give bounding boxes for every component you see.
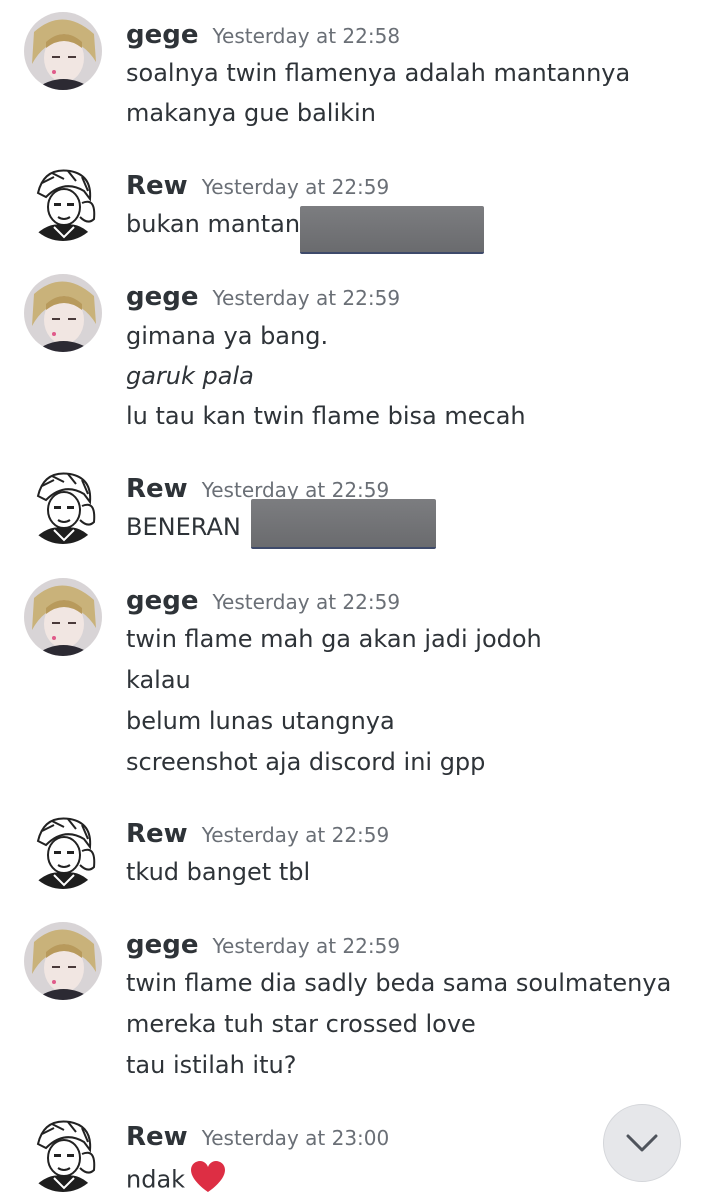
avatar-gege[interactable]	[24, 274, 102, 352]
message-text: bukan mantan	[126, 210, 301, 238]
message-text: belum lunas utangnya	[126, 707, 395, 735]
timestamp: Yesterday at 23:00	[201, 1126, 390, 1150]
message-text-italic: garuk pala	[126, 362, 254, 390]
author-name[interactable]: gege	[126, 20, 199, 50]
author-name[interactable]: Rew	[126, 819, 188, 849]
timestamp: Yesterday at 22:59	[212, 286, 401, 310]
avatar-rew[interactable]	[24, 466, 102, 544]
avatar-gege-image	[24, 578, 102, 656]
avatar-gege-image	[24, 274, 102, 352]
message-text: ndak	[126, 1165, 186, 1194]
avatar-rew-image	[24, 163, 102, 241]
author-name[interactable]: Rew	[126, 474, 188, 504]
message-text: twin flame dia sadly beda sama soulmaten…	[126, 969, 672, 997]
message-text: soalnya twin flamenya adalah mantannya	[126, 59, 631, 87]
heart-icon	[191, 1161, 226, 1192]
avatar-gege-image	[24, 922, 102, 1000]
message-text: gimana ya bang.	[126, 322, 329, 350]
author-name[interactable]: gege	[126, 930, 199, 960]
message-text: BENERAN	[126, 513, 241, 541]
avatar-rew-image	[24, 1114, 102, 1192]
message-text: lu tau kan twin flame bisa mecah	[126, 402, 526, 430]
heart-emoji	[189, 1160, 227, 1201]
avatar-rew[interactable]	[24, 1114, 102, 1192]
message-text: kalau	[126, 666, 191, 694]
avatar-gege[interactable]	[24, 922, 102, 1000]
avatar-rew-image	[24, 811, 102, 889]
avatar-gege-image	[24, 12, 102, 90]
avatar-rew[interactable]	[24, 163, 102, 241]
timestamp: Yesterday at 22:59	[201, 823, 390, 847]
timestamp: Yesterday at 22:58	[212, 24, 401, 48]
avatar-rew-image	[24, 466, 102, 544]
timestamp: Yesterday at 22:59	[201, 175, 390, 199]
avatar-gege[interactable]	[24, 578, 102, 656]
message-text: screenshot aja discord ini gpp	[126, 748, 486, 776]
author-name[interactable]: Rew	[126, 1122, 188, 1152]
redacted-text	[300, 206, 484, 254]
timestamp: Yesterday at 22:59	[212, 934, 401, 958]
author-name[interactable]: Rew	[126, 171, 188, 201]
message-text: makanya gue balikin	[126, 99, 376, 127]
message-text: mereka tuh star crossed love	[126, 1010, 476, 1038]
avatar-rew[interactable]	[24, 811, 102, 889]
author-name[interactable]: gege	[126, 282, 199, 312]
avatar-gege[interactable]	[24, 12, 102, 90]
message-text: tau istilah itu?	[126, 1051, 297, 1079]
author-name[interactable]: gege	[126, 586, 199, 616]
timestamp: Yesterday at 22:59	[212, 590, 401, 614]
message-line: ndak	[126, 1160, 227, 1201]
message-text: twin flame mah ga akan jadi jodoh	[126, 625, 542, 653]
redacted-text	[251, 499, 436, 549]
chevron-down-icon	[626, 1134, 658, 1152]
message-text: tkud banget tbl	[126, 858, 311, 886]
scroll-to-bottom-button[interactable]	[603, 1104, 681, 1182]
